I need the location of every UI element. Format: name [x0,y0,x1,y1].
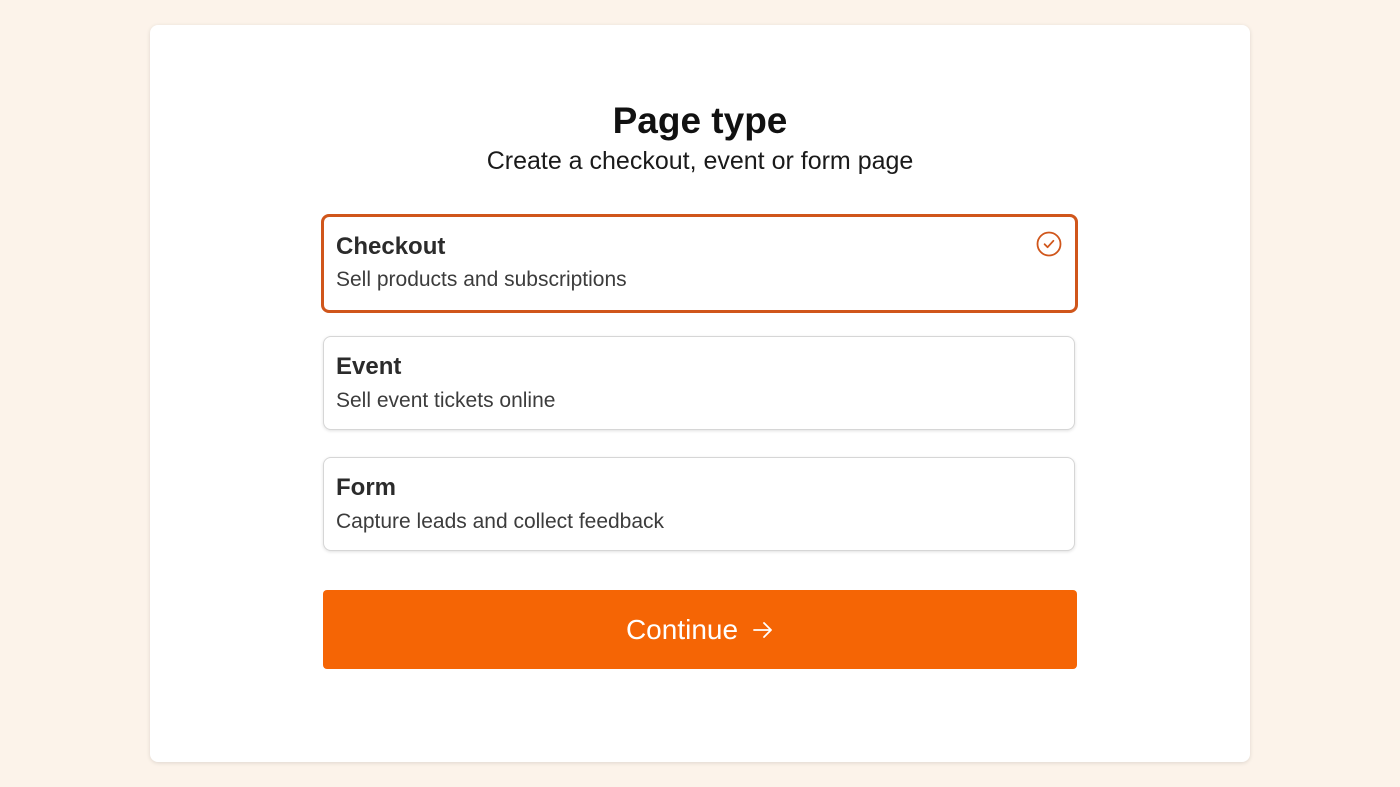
option-checkout-title: Checkout [336,233,446,260]
check-circle-icon [1036,231,1062,257]
page-type-card: Page type Create a checkout, event or fo… [150,25,1250,762]
arrow-right-icon [753,621,772,638]
option-checkout[interactable]: Checkout Sell products and subscriptions [321,214,1078,313]
option-form-description: Capture leads and collect feedback [336,510,665,533]
option-checkout-description: Sell products and subscriptions [336,268,627,291]
option-form[interactable]: Form Capture leads and collect feedback [323,457,1075,551]
continue-button[interactable]: Continue [323,590,1077,669]
option-event-description: Sell event tickets online [336,389,556,412]
page-title: Page type [612,100,788,141]
option-form-title: Form [336,474,396,501]
option-event[interactable]: Event Sell event tickets online [323,336,1075,430]
page-subtitle: Create a checkout, event or form page [486,147,914,175]
continue-button-label: Continue [625,613,739,645]
option-event-title: Event [336,353,402,380]
